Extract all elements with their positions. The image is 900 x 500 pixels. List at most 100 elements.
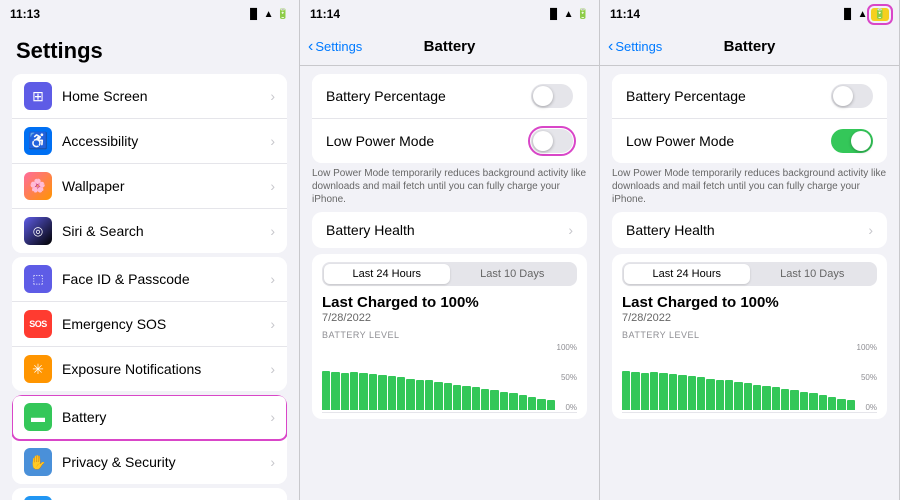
- status-bar-2: 11:14 ▐▌ ▲ 🔋: [300, 0, 599, 28]
- bar: [650, 372, 658, 410]
- battery-icon-row: ▬: [24, 403, 52, 431]
- bar: [734, 382, 742, 410]
- toggle-battery-pct-3[interactable]: [831, 84, 873, 108]
- bar: [725, 380, 733, 410]
- label-0-3: 0%: [865, 403, 877, 412]
- toggle-row-pct-2[interactable]: Battery Percentage: [312, 74, 587, 119]
- low-power-label-2: Low Power Mode: [326, 133, 434, 149]
- bar: [509, 393, 517, 410]
- settings-list: Settings ⊞ Home Screen › ♿ Accessibility…: [0, 28, 299, 500]
- bar: [388, 376, 396, 410]
- home-icon: ⊞: [24, 82, 52, 110]
- bar: [350, 372, 358, 410]
- siri-label: Siri & Search: [62, 223, 270, 239]
- chevron-privacy: ›: [270, 454, 275, 470]
- low-power-desc-2: Low Power Mode temporarily reduces backg…: [312, 167, 587, 206]
- bar: [678, 375, 686, 410]
- bars-3: [622, 343, 877, 410]
- battery-health-row-2[interactable]: Battery Health ›: [312, 212, 587, 248]
- bar: [800, 392, 808, 410]
- bar: [425, 380, 433, 410]
- settings-row-exposure[interactable]: ✳ Exposure Notifications ›: [12, 347, 287, 391]
- bars-2: [322, 343, 577, 410]
- settings-row-sos[interactable]: SOS Emergency SOS ›: [12, 302, 287, 347]
- tab-buttons-3: Last 24 Hours Last 10 Days: [622, 262, 877, 286]
- settings-group-3: ▬ Battery › ✋ Privacy & Security ›: [12, 395, 287, 484]
- signal-icon-2: ▐▌: [546, 9, 560, 20]
- wifi-icon-2: ▲: [564, 9, 574, 20]
- faceid-icon: ⬚: [24, 265, 52, 293]
- nav-title-3: Battery: [724, 38, 776, 55]
- bar: [462, 386, 470, 410]
- bar: [847, 400, 855, 410]
- bar: [500, 392, 508, 410]
- battery-icon-1: 🔋: [277, 9, 289, 20]
- chevron-siri: ›: [270, 223, 275, 239]
- toggle-row-lowpower-2[interactable]: Low Power Mode: [312, 119, 587, 163]
- settings-row-privacy[interactable]: ✋ Privacy & Security ›: [12, 440, 287, 484]
- bar: [453, 385, 461, 410]
- toggle-knob-pct-2: [533, 86, 553, 106]
- bar: [322, 371, 330, 410]
- settings-row-home[interactable]: ⊞ Home Screen ›: [12, 74, 287, 119]
- toggle-knob-pct-3: [833, 86, 853, 106]
- settings-panel: 11:13 ▐▌ ▲ 🔋 Settings ⊞ Home Screen › ♿ …: [0, 0, 300, 500]
- signal-icon: ▐▌: [246, 9, 260, 20]
- bar: [669, 374, 677, 410]
- bar: [481, 389, 489, 410]
- toggle-battery-pct-2[interactable]: [531, 84, 573, 108]
- bar: [406, 379, 414, 410]
- privacy-label: Privacy & Security: [62, 454, 270, 470]
- tab-10d-3[interactable]: Last 10 Days: [750, 264, 876, 284]
- toggle-low-power-3[interactable]: [831, 129, 873, 153]
- settings-row-accessibility[interactable]: ♿ Accessibility ›: [12, 119, 287, 164]
- bar: [528, 397, 536, 410]
- bar: [331, 372, 339, 410]
- settings-title: Settings: [0, 28, 299, 70]
- bar: [416, 380, 424, 410]
- toggle-row-lowpower-3[interactable]: Low Power Mode: [612, 119, 887, 163]
- back-chevron-2: ‹: [308, 38, 313, 56]
- label-100-3: 100%: [857, 343, 877, 352]
- toggle-low-power-2[interactable]: [531, 129, 573, 153]
- chevron-sos: ›: [270, 316, 275, 332]
- chevron-health-3: ›: [868, 222, 873, 238]
- tab-24h-3[interactable]: Last 24 Hours: [624, 264, 750, 284]
- settings-row-faceid[interactable]: ⬚ Face ID & Passcode ›: [12, 257, 287, 302]
- settings-row-appstore[interactable]: 🅐 App Store ›: [12, 488, 287, 500]
- settings-group-4: 🅐 App Store › 💳 Wallet & Apple Pay ›: [12, 488, 287, 500]
- settings-row-battery[interactable]: ▬ Battery ›: [12, 395, 287, 440]
- bar: [706, 379, 714, 410]
- bar: [819, 395, 827, 410]
- back-button-2[interactable]: ‹ Settings: [308, 38, 362, 56]
- status-icons-2: ▐▌ ▲ 🔋: [546, 9, 589, 20]
- chevron-battery: ›: [270, 409, 275, 425]
- bar: [631, 372, 639, 410]
- wifi-icon-3: ▲: [858, 9, 868, 20]
- bar: [397, 377, 405, 410]
- toggle-knob-lp-3: [851, 131, 871, 151]
- bar: [472, 387, 480, 410]
- tab-buttons-2: Last 24 Hours Last 10 Days: [322, 262, 577, 286]
- exposure-icon: ✳: [24, 355, 52, 383]
- status-icons-3: ▐▌ ▲ 🔋: [840, 8, 889, 21]
- tab-24h-2[interactable]: Last 24 Hours: [324, 264, 450, 284]
- chevron-faceid: ›: [270, 271, 275, 287]
- home-label: Home Screen: [62, 88, 270, 104]
- battery-health-row-3[interactable]: Battery Health ›: [612, 212, 887, 248]
- battery-pct-label-3: Battery Percentage: [626, 88, 746, 104]
- settings-row-wallpaper[interactable]: 🌸 Wallpaper ›: [12, 164, 287, 209]
- bar: [490, 390, 498, 410]
- toggle-row-pct-3[interactable]: Battery Percentage: [612, 74, 887, 119]
- back-button-3[interactable]: ‹ Settings: [608, 38, 662, 56]
- wifi-icon: ▲: [264, 9, 274, 20]
- chevron-health-2: ›: [568, 222, 573, 238]
- siri-icon: ◎: [24, 217, 52, 245]
- wallpaper-icon: 🌸: [24, 172, 52, 200]
- tab-10d-2[interactable]: Last 10 Days: [450, 264, 576, 284]
- battery-icon-2: 🔋: [577, 9, 589, 20]
- nav-title-2: Battery: [424, 38, 476, 55]
- chart-labels-3: 100% 50% 0%: [857, 343, 877, 412]
- settings-row-siri[interactable]: ◎ Siri & Search ›: [12, 209, 287, 253]
- privacy-icon: ✋: [24, 448, 52, 476]
